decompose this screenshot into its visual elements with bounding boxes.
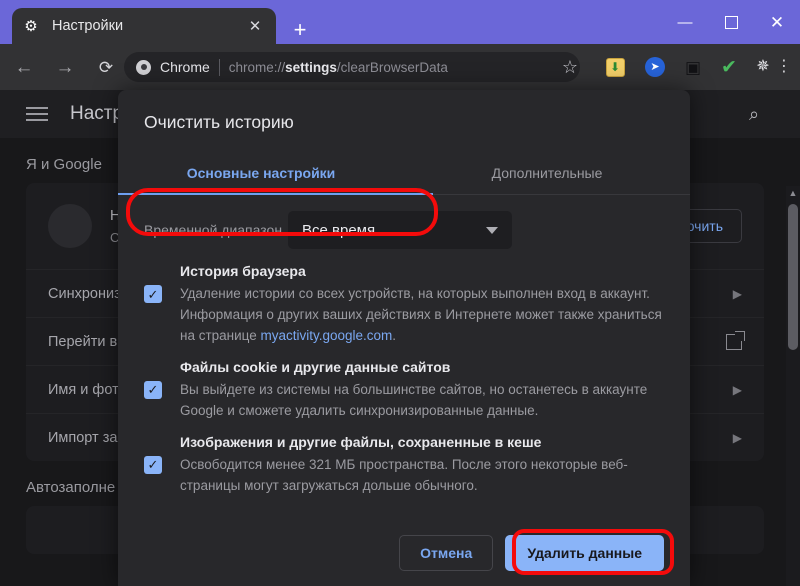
page-title: Настр <box>70 103 124 124</box>
tab-basic[interactable]: Основные настройки <box>118 151 433 195</box>
option-description: Вы выйдете из системы на большинстве сай… <box>180 381 648 418</box>
chevron-right-icon: ▶ <box>732 430 742 445</box>
chevron-down-icon <box>486 227 498 234</box>
close-window-icon[interactable]: ✕ <box>754 0 800 44</box>
reload-icon[interactable]: ⟳ <box>89 50 123 84</box>
checkbox-cached-files[interactable]: ✓ <box>144 455 162 474</box>
omnibox-url: chrome://settings/clearBrowserData <box>229 60 448 75</box>
chevron-right-icon: ▶ <box>732 382 742 397</box>
camera-extension-icon[interactable]: ▣ <box>678 52 708 82</box>
omnibox-separator <box>218 58 220 76</box>
chevron-right-icon: ▶ <box>732 286 742 301</box>
browser-window: ⚙ Настройки ✕ + — ✕ ← → ⟳ Chrome chrome:… <box>0 0 800 586</box>
shield-extension-icon[interactable]: ✔ <box>714 52 744 82</box>
scrollbar-thumb[interactable] <box>788 204 798 350</box>
maximize-icon[interactable] <box>708 0 754 44</box>
hamburger-menu-icon[interactable] <box>26 103 48 125</box>
time-range-label: Временной диапазон <box>144 222 283 238</box>
time-range-select[interactable]: Все время <box>288 211 512 249</box>
browser-tab-settings[interactable]: ⚙ Настройки ✕ <box>12 8 276 44</box>
myactivity-link[interactable]: myactivity.google.com <box>261 328 393 343</box>
time-range-row: Временной диапазон Все время <box>118 207 690 253</box>
option-description: Освободится менее 321 МБ пространства. П… <box>180 456 628 493</box>
close-icon[interactable]: ✕ <box>244 15 266 37</box>
gear-icon: ⚙ <box>24 17 38 35</box>
bookmark-star-icon[interactable]: ☆ <box>555 52 585 82</box>
option-cached-files[interactable]: ✓ Изображения и другие файлы, сохраненны… <box>118 424 690 499</box>
avatar <box>48 204 92 248</box>
dialog-footer: Отмена Удалить данные <box>118 520 690 586</box>
delete-data-button[interactable]: Удалить данные <box>505 535 664 571</box>
download-extension-icon[interactable]: ⬇ <box>600 52 630 82</box>
url-path: /clearBrowserData <box>336 59 448 75</box>
scroll-up-icon[interactable]: ▲ <box>786 186 800 200</box>
tab-advanced[interactable]: Дополнительные <box>404 151 690 194</box>
option-title: История браузера <box>180 263 306 279</box>
checkbox-browsing-history[interactable]: ✓ <box>144 285 162 303</box>
clear-browsing-data-dialog: Очистить историю Основные настройки Допо… <box>118 90 690 586</box>
option-description: Удаление истории со всех устройств, на к… <box>180 286 662 343</box>
omnibox-brand: Chrome <box>160 59 210 75</box>
option-cookies[interactable]: ✓ Файлы cookie и другие данные сайтов Вы… <box>118 349 690 424</box>
time-range-value: Все время <box>302 221 376 239</box>
page-scrollbar[interactable]: ▲ <box>786 186 800 586</box>
external-link-icon <box>726 330 745 350</box>
window-controls: — ✕ <box>662 0 800 44</box>
title-bar: ⚙ Настройки ✕ + — ✕ <box>0 0 800 44</box>
url-prefix: chrome:// <box>228 59 286 75</box>
address-bar[interactable]: Chrome chrome://settings/clearBrowserDat… <box>124 52 580 82</box>
share-extension-icon[interactable]: ➤ <box>640 52 670 82</box>
search-icon[interactable]: ⌕ <box>742 102 766 126</box>
tab-title: Настройки <box>52 18 124 34</box>
new-tab-button[interactable]: + <box>286 16 314 44</box>
dialog-tabs: Основные настройки Дополнительные <box>118 151 690 195</box>
checkbox-cookies[interactable]: ✓ <box>144 380 162 399</box>
url-host: settings <box>285 59 337 75</box>
option-title: Изображения и другие файлы, сохраненные … <box>180 433 542 450</box>
back-icon[interactable]: ← <box>7 50 41 84</box>
forward-icon[interactable]: → <box>48 50 82 84</box>
option-title: Файлы cookie и другие данные сайтов <box>180 358 451 375</box>
chrome-logo-icon <box>136 59 151 75</box>
minimize-icon[interactable]: — <box>662 0 708 44</box>
dialog-title: Очистить историю <box>144 112 294 132</box>
cancel-button[interactable]: Отмена <box>399 535 494 571</box>
option-browsing-history[interactable]: ✓ История браузера Удаление истории со в… <box>118 253 690 349</box>
chrome-menu-icon[interactable]: ⋮ <box>774 52 794 82</box>
